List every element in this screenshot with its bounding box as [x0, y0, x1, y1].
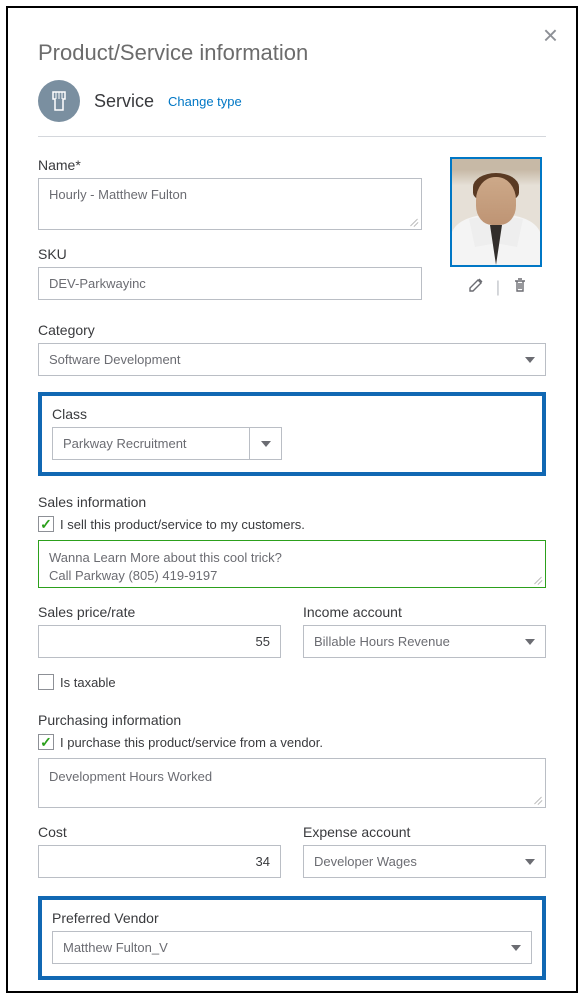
chevron-down-icon	[525, 639, 535, 645]
edit-photo-icon[interactable]	[468, 277, 484, 298]
chevron-down-icon	[525, 357, 535, 363]
change-type-link[interactable]: Change type	[168, 94, 242, 109]
class-select[interactable]: Parkway Recruitment	[52, 427, 282, 460]
chevron-down-icon	[261, 441, 271, 447]
sku-input[interactable]: DEV-Parkwayinc	[38, 267, 422, 300]
expense-account-select[interactable]: Developer Wages	[303, 845, 546, 878]
chevron-down-icon	[511, 945, 521, 951]
sell-checkbox-label: I sell this product/service to my custom…	[60, 517, 305, 532]
class-highlight: Class Parkway Recruitment	[38, 392, 546, 476]
name-input[interactable]: Hourly - Matthew Fulton	[38, 178, 422, 230]
sales-section-label: Sales information	[38, 494, 546, 510]
close-icon[interactable]: ×	[543, 22, 558, 48]
product-service-panel: × Product/Service information Service Ch…	[6, 6, 578, 993]
chevron-down-icon	[525, 859, 535, 865]
purchase-description-input[interactable]: Development Hours Worked	[38, 758, 546, 808]
preferred-vendor-highlight: Preferred Vendor Matthew Fulton_V	[38, 896, 546, 980]
delete-photo-icon[interactable]	[512, 277, 528, 298]
taxable-label: Is taxable	[60, 675, 116, 690]
purchase-checkbox[interactable]	[38, 734, 54, 750]
class-dropdown-button[interactable]	[250, 427, 282, 460]
name-label: Name*	[38, 157, 422, 173]
category-label: Category	[38, 322, 546, 338]
product-photo[interactable]	[450, 157, 542, 267]
income-account-label: Income account	[303, 604, 546, 620]
income-account-value: Billable Hours Revenue	[314, 634, 450, 649]
class-value: Parkway Recruitment	[52, 427, 250, 460]
expense-account-value: Developer Wages	[314, 854, 417, 869]
category-select[interactable]: Software Development	[38, 343, 546, 376]
preferred-vendor-label: Preferred Vendor	[52, 910, 532, 926]
sku-label: SKU	[38, 246, 422, 262]
purchase-checkbox-label: I purchase this product/service from a v…	[60, 735, 323, 750]
purchasing-section-label: Purchasing information	[38, 712, 546, 728]
category-value: Software Development	[49, 352, 181, 367]
price-label: Sales price/rate	[38, 604, 281, 620]
class-label: Class	[52, 406, 532, 422]
service-icon	[38, 80, 80, 122]
page-title: Product/Service information	[38, 40, 546, 66]
expense-account-label: Expense account	[303, 824, 546, 840]
service-type-row: Service Change type	[38, 80, 546, 137]
price-input[interactable]: 55	[38, 625, 281, 658]
taxable-checkbox[interactable]	[38, 674, 54, 690]
income-account-select[interactable]: Billable Hours Revenue	[303, 625, 546, 658]
cost-label: Cost	[38, 824, 281, 840]
sell-checkbox[interactable]	[38, 516, 54, 532]
preferred-vendor-select[interactable]: Matthew Fulton_V	[52, 931, 532, 964]
sales-description-input[interactable]: Wanna Learn More about this cool trick? …	[38, 540, 546, 588]
service-type-label: Service	[94, 91, 154, 112]
cost-input[interactable]: 34	[38, 845, 281, 878]
separator: |	[496, 279, 500, 297]
preferred-vendor-value: Matthew Fulton_V	[63, 940, 168, 955]
